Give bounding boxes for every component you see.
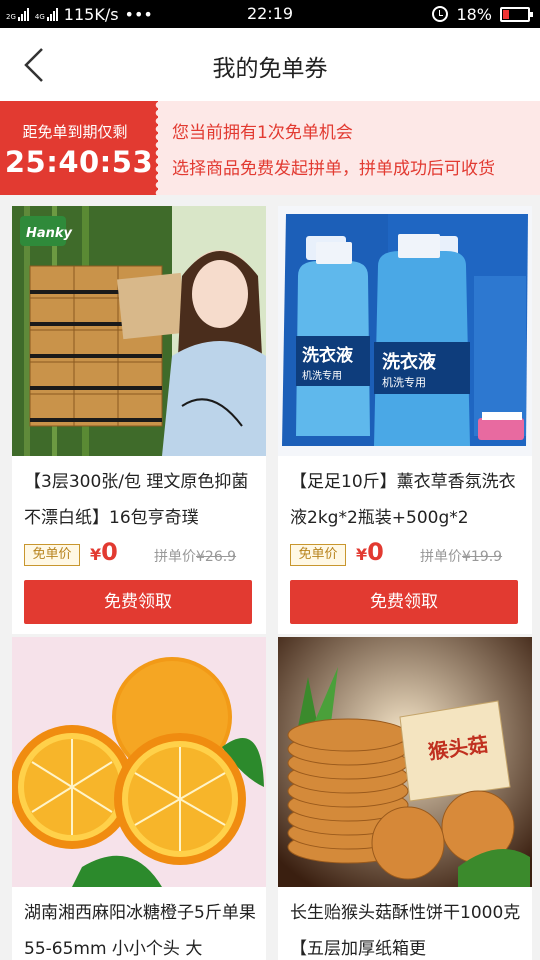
product-card[interactable]: 猴头菇 长生贻猴头菇酥性饼干1000克【五层加厚纸箱更: [278, 637, 532, 960]
group-price: 拼单价¥26.9: [154, 549, 237, 565]
product-title[interactable]: 【足足10斤】薰衣草香氛洗衣液2kg*2瓶装+500g*2: [290, 464, 522, 536]
countdown-timer: 25:40:53: [4, 145, 154, 179]
svg-text:Hanky: Hanky: [26, 226, 73, 241]
free-price-tag: 免单价: [24, 544, 80, 566]
free-price-tag: 免单价: [290, 544, 346, 566]
price-row: 免单价 ¥0 拼单价¥26.9: [24, 538, 254, 570]
svg-text:洗衣液: 洗衣液: [382, 351, 437, 373]
product-title[interactable]: 长生贻猴头菇酥性饼干1000克【五层加厚纸箱更: [290, 895, 522, 960]
alarm-icon: [432, 6, 449, 22]
claim-free-button[interactable]: 免费领取: [24, 580, 252, 624]
svg-text:洗衣液: 洗衣液: [302, 345, 353, 366]
page-title: 我的免单券: [212, 56, 328, 82]
svg-text:机洗专用: 机洗专用: [382, 375, 426, 389]
free-coupon-banner: 距免单到期仅剩 25:40:53 您当前拥有1次免单机会 选择商品免费发起拼单，…: [0, 101, 540, 195]
product-card[interactable]: Hanky 【3层300张/包 理文原色抑菌不漂白纸】16包亨奇璞 免单价 ¥0…: [12, 206, 266, 634]
nav-header: 我的免单券: [0, 28, 540, 102]
product-title[interactable]: 湖南湘西麻阳冰糖橙子5斤单果55-65mm 小小个头 大: [24, 895, 256, 960]
battery-icon: [500, 6, 533, 22]
product-title[interactable]: 【3层300张/包 理文原色抑菌不漂白纸】16包亨奇璞: [24, 464, 256, 536]
free-price: ¥0: [90, 538, 118, 566]
product-image[interactable]: [12, 637, 266, 887]
battery-percent: 18%: [456, 4, 492, 24]
product-card[interactable]: 湖南湘西麻阳冰糖橙子5斤单果55-65mm 小小个头 大: [12, 637, 266, 960]
countdown-box: 距免单到期仅剩 25:40:53: [0, 101, 159, 195]
free-price: ¥0: [356, 538, 384, 566]
product-image[interactable]: 猴头菇: [278, 637, 532, 887]
status-bar: 2G 4G 115K/s ••• 22:19 18%: [0, 0, 540, 28]
claim-free-button[interactable]: 免费领取: [290, 580, 518, 624]
svg-text:机洗专用: 机洗专用: [302, 369, 342, 382]
free-rule-text: 选择商品免费发起拼单，拼单成功后可收货: [172, 159, 495, 179]
price-row: 免单价 ¥0 拼单价¥19.9: [290, 538, 520, 570]
product-image[interactable]: Hanky: [12, 206, 266, 456]
free-chance-text: 您当前拥有1次免单机会: [172, 123, 353, 143]
product-image[interactable]: 洗衣液 洗衣液 机洗专用 机洗专用: [278, 206, 532, 456]
countdown-label: 距免单到期仅剩: [22, 123, 128, 141]
product-card[interactable]: 洗衣液 洗衣液 机洗专用 机洗专用 【足足10斤】薰衣草香氛洗衣液2kg*2瓶装…: [278, 206, 532, 634]
group-price: 拼单价¥19.9: [420, 549, 503, 565]
